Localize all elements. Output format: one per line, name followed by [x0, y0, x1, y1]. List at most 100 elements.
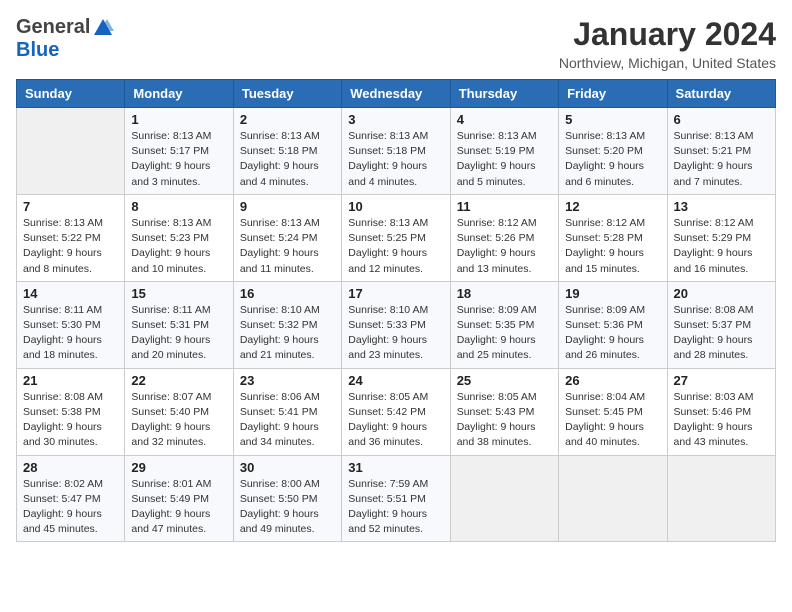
day-number: 24 [348, 373, 443, 388]
day-detail: Sunrise: 8:01 AM Sunset: 5:49 PM Dayligh… [131, 477, 226, 538]
day-detail: Sunrise: 8:09 AM Sunset: 5:36 PM Dayligh… [565, 303, 660, 364]
day-number: 6 [674, 112, 769, 127]
day-number: 15 [131, 286, 226, 301]
calendar-week-row: 1 Sunrise: 8:13 AM Sunset: 5:17 PM Daylig… [17, 108, 776, 195]
calendar-header: SundayMondayTuesdayWednesdayThursdayFrid… [17, 80, 776, 108]
weekday-header-sunday: Sunday [17, 80, 125, 108]
day-detail: Sunrise: 8:05 AM Sunset: 5:42 PM Dayligh… [348, 390, 443, 451]
day-number: 25 [457, 373, 552, 388]
calendar-cell: 10Sunrise: 8:13 AM Sunset: 5:25 PM Dayli… [342, 194, 450, 281]
day-number: 5 [565, 112, 660, 127]
day-detail: Sunrise: 8:13 AM Sunset: 5:20 PM Dayligh… [565, 129, 660, 190]
day-number: 3 [348, 112, 443, 127]
day-detail: Sunrise: 8:13 AM Sunset: 5:18 PM Dayligh… [348, 129, 443, 190]
day-detail: Sunrise: 8:02 AM Sunset: 5:47 PM Dayligh… [23, 477, 118, 538]
weekday-header-row: SundayMondayTuesdayWednesdayThursdayFrid… [17, 80, 776, 108]
calendar-cell: 8 Sunrise: 8:13 AM Sunset: 5:23 PM Daylig… [125, 194, 233, 281]
day-number: 20 [674, 286, 769, 301]
calendar-week-row: 21Sunrise: 8:08 AM Sunset: 5:38 PM Dayli… [17, 368, 776, 455]
calendar-cell: 4 Sunrise: 8:13 AM Sunset: 5:19 PM Daylig… [450, 108, 558, 195]
day-detail: Sunrise: 8:13 AM Sunset: 5:21 PM Dayligh… [674, 129, 769, 190]
calendar-cell: 19Sunrise: 8:09 AM Sunset: 5:36 PM Dayli… [559, 281, 667, 368]
day-detail: Sunrise: 7:59 AM Sunset: 5:51 PM Dayligh… [348, 477, 443, 538]
day-detail: Sunrise: 8:10 AM Sunset: 5:32 PM Dayligh… [240, 303, 335, 364]
day-number: 8 [131, 199, 226, 214]
calendar-cell [559, 455, 667, 542]
calendar-cell: 14Sunrise: 8:11 AM Sunset: 5:30 PM Dayli… [17, 281, 125, 368]
calendar-cell: 24 Sunrise: 8:05 AM Sunset: 5:42 PM Dayli… [342, 368, 450, 455]
day-detail: Sunrise: 8:06 AM Sunset: 5:41 PM Dayligh… [240, 390, 335, 451]
day-number: 13 [674, 199, 769, 214]
title-block: January 2024 Northview, Michigan, United… [559, 16, 776, 71]
day-detail: Sunrise: 8:12 AM Sunset: 5:26 PM Dayligh… [457, 216, 552, 277]
day-number: 30 [240, 460, 335, 475]
day-number: 17 [348, 286, 443, 301]
calendar-cell: 13Sunrise: 8:12 AM Sunset: 5:29 PM Dayli… [667, 194, 775, 281]
calendar-cell: 7 Sunrise: 8:13 AM Sunset: 5:22 PM Daylig… [17, 194, 125, 281]
calendar-cell: 23 Sunrise: 8:06 AM Sunset: 5:41 PM Dayli… [233, 368, 341, 455]
calendar-body: 1 Sunrise: 8:13 AM Sunset: 5:17 PM Daylig… [17, 108, 776, 542]
logo-blue: Blue [16, 39, 59, 62]
day-number: 1 [131, 112, 226, 127]
day-detail: Sunrise: 8:11 AM Sunset: 5:30 PM Dayligh… [23, 303, 118, 364]
day-number: 16 [240, 286, 335, 301]
calendar-cell: 20 Sunrise: 8:08 AM Sunset: 5:37 PM Dayli… [667, 281, 775, 368]
calendar-cell: 22Sunrise: 8:07 AM Sunset: 5:40 PM Dayli… [125, 368, 233, 455]
day-detail: Sunrise: 8:13 AM Sunset: 5:19 PM Dayligh… [457, 129, 552, 190]
calendar-cell: 28 Sunrise: 8:02 AM Sunset: 5:47 PM Dayli… [17, 455, 125, 542]
day-detail: Sunrise: 8:08 AM Sunset: 5:37 PM Dayligh… [674, 303, 769, 364]
calendar-cell: 27 Sunrise: 8:03 AM Sunset: 5:46 PM Dayli… [667, 368, 775, 455]
day-detail: Sunrise: 8:13 AM Sunset: 5:18 PM Dayligh… [240, 129, 335, 190]
day-detail: Sunrise: 8:07 AM Sunset: 5:40 PM Dayligh… [131, 390, 226, 451]
calendar-cell: 31 Sunrise: 7:59 AM Sunset: 5:51 PM Dayli… [342, 455, 450, 542]
logo-icon [92, 17, 114, 39]
calendar-week-row: 28 Sunrise: 8:02 AM Sunset: 5:47 PM Dayli… [17, 455, 776, 542]
calendar-cell: 15 Sunrise: 8:11 AM Sunset: 5:31 PM Dayli… [125, 281, 233, 368]
calendar-cell [450, 455, 558, 542]
calendar-cell: 12Sunrise: 8:12 AM Sunset: 5:28 PM Dayli… [559, 194, 667, 281]
calendar-cell [667, 455, 775, 542]
day-number: 26 [565, 373, 660, 388]
calendar-cell: 1 Sunrise: 8:13 AM Sunset: 5:17 PM Daylig… [125, 108, 233, 195]
day-number: 11 [457, 199, 552, 214]
day-detail: Sunrise: 8:13 AM Sunset: 5:17 PM Dayligh… [131, 129, 226, 190]
day-detail: Sunrise: 8:13 AM Sunset: 5:23 PM Dayligh… [131, 216, 226, 277]
calendar-table: SundayMondayTuesdayWednesdayThursdayFrid… [16, 79, 776, 542]
calendar-cell: 5 Sunrise: 8:13 AM Sunset: 5:20 PM Daylig… [559, 108, 667, 195]
page-header: General Blue January 2024 Northview, Mic… [16, 16, 776, 71]
calendar-cell: 18Sunrise: 8:09 AM Sunset: 5:35 PM Dayli… [450, 281, 558, 368]
day-detail: Sunrise: 8:13 AM Sunset: 5:24 PM Dayligh… [240, 216, 335, 277]
calendar-cell: 16 Sunrise: 8:10 AM Sunset: 5:32 PM Dayli… [233, 281, 341, 368]
day-number: 31 [348, 460, 443, 475]
day-detail: Sunrise: 8:08 AM Sunset: 5:38 PM Dayligh… [23, 390, 118, 451]
day-number: 23 [240, 373, 335, 388]
calendar-cell: 30 Sunrise: 8:00 AM Sunset: 5:50 PM Dayli… [233, 455, 341, 542]
day-number: 10 [348, 199, 443, 214]
weekday-header-tuesday: Tuesday [233, 80, 341, 108]
calendar-subtitle: Northview, Michigan, United States [559, 55, 776, 71]
day-detail: Sunrise: 8:13 AM Sunset: 5:22 PM Dayligh… [23, 216, 118, 277]
calendar-cell: 26Sunrise: 8:04 AM Sunset: 5:45 PM Dayli… [559, 368, 667, 455]
logo: General Blue [16, 16, 114, 62]
day-detail: Sunrise: 8:05 AM Sunset: 5:43 PM Dayligh… [457, 390, 552, 451]
calendar-cell: 9 Sunrise: 8:13 AM Sunset: 5:24 PM Daylig… [233, 194, 341, 281]
calendar-cell: 29 Sunrise: 8:01 AM Sunset: 5:49 PM Dayli… [125, 455, 233, 542]
day-number: 9 [240, 199, 335, 214]
calendar-cell: 11 Sunrise: 8:12 AM Sunset: 5:26 PM Dayli… [450, 194, 558, 281]
day-detail: Sunrise: 8:03 AM Sunset: 5:46 PM Dayligh… [674, 390, 769, 451]
day-number: 27 [674, 373, 769, 388]
calendar-cell: 6 Sunrise: 8:13 AM Sunset: 5:21 PM Daylig… [667, 108, 775, 195]
calendar-cell: 25 Sunrise: 8:05 AM Sunset: 5:43 PM Dayli… [450, 368, 558, 455]
day-number: 7 [23, 199, 118, 214]
day-number: 29 [131, 460, 226, 475]
day-number: 4 [457, 112, 552, 127]
calendar-week-row: 14Sunrise: 8:11 AM Sunset: 5:30 PM Dayli… [17, 281, 776, 368]
day-detail: Sunrise: 8:11 AM Sunset: 5:31 PM Dayligh… [131, 303, 226, 364]
day-number: 28 [23, 460, 118, 475]
weekday-header-monday: Monday [125, 80, 233, 108]
day-number: 18 [457, 286, 552, 301]
logo-general: General [16, 16, 90, 39]
calendar-cell [17, 108, 125, 195]
day-detail: Sunrise: 8:00 AM Sunset: 5:50 PM Dayligh… [240, 477, 335, 538]
weekday-header-wednesday: Wednesday [342, 80, 450, 108]
